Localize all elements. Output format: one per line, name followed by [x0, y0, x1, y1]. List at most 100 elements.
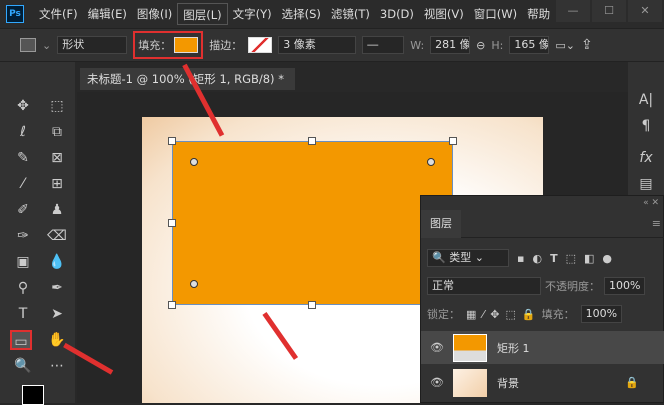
- collapse-icon[interactable]: « ✕: [643, 198, 659, 208]
- menu-bar: Ps 文件(F) 编辑(E) 图像(I) 图层(L) 文字(Y) 选择(S) 滤…: [0, 0, 664, 28]
- panel-menu-icon[interactable]: ≡: [652, 217, 661, 230]
- gradient-tool-icon[interactable]: ▣: [12, 252, 34, 272]
- menu-window[interactable]: 窗口(W): [469, 3, 522, 25]
- menu-type[interactable]: 文字(Y): [228, 3, 277, 25]
- layer-row-rectangle[interactable]: 👁 矩形 1: [421, 331, 664, 364]
- filter-value: 类型: [449, 251, 472, 264]
- width-input[interactable]: 281 像素: [430, 36, 471, 54]
- options-bar: ⌄ 形状 填充： 描边： 3 像素 ― W: 281 像素 ⊖ H: 165 像…: [0, 28, 664, 62]
- stroke-style-select[interactable]: ―: [362, 36, 405, 54]
- eyedropper-icon[interactable]: ⁄: [12, 174, 34, 194]
- tools-panel: ✥ ⬚ ℓ ⧉ ✎ ⊠ ⁄ ⊞ ✐ ♟ ✑ ⌫ ▣ 💧 ⚲ ✒ T ➤ ▭ ✋ …: [0, 62, 75, 405]
- opacity-label: 不透明度：: [545, 280, 600, 293]
- move-tool-icon[interactable]: ✥: [12, 96, 34, 116]
- layer-name[interactable]: 背景: [497, 375, 519, 391]
- paragraph-panel-icon[interactable]: ¶: [635, 116, 657, 136]
- menu-view[interactable]: 视图(V): [419, 3, 469, 25]
- corner-radius-handle[interactable]: [190, 158, 198, 166]
- visibility-eye-icon[interactable]: 👁: [421, 341, 453, 354]
- link-icon[interactable]: ⊖: [476, 39, 485, 52]
- layer-name[interactable]: 矩形 1: [497, 340, 530, 356]
- menu-edit[interactable]: 编辑(E): [83, 3, 132, 25]
- orange-rectangle-shape[interactable]: [172, 141, 453, 305]
- corner-radius-handle[interactable]: [190, 280, 198, 288]
- panel-header-controls: « ✕: [421, 196, 664, 210]
- fill-swatch[interactable]: [174, 37, 199, 53]
- lock-pixels-icon[interactable]: ⁄: [482, 308, 484, 321]
- menu-3d[interactable]: 3D(D): [375, 3, 419, 25]
- filter-adjustment-icon[interactable]: ◐: [532, 252, 542, 265]
- mode-select[interactable]: 形状: [57, 36, 128, 54]
- share-icon[interactable]: ⇪: [581, 37, 593, 53]
- photoshop-logo: Ps: [6, 5, 24, 23]
- chevron-down-icon[interactable]: ⌄: [42, 39, 51, 52]
- stroke-label: 描边：: [209, 39, 243, 52]
- character-panel-icon[interactable]: A|: [635, 90, 657, 110]
- transform-handle[interactable]: [168, 301, 176, 309]
- w-label: W:: [410, 38, 425, 52]
- filter-type-icon[interactable]: T: [550, 252, 558, 265]
- lock-position-icon[interactable]: ✥: [490, 308, 499, 321]
- menu-file[interactable]: 文件(F): [34, 3, 83, 25]
- menu-select[interactable]: 选择(S): [277, 3, 326, 25]
- fill-label: 填充：: [138, 39, 172, 52]
- filter-pixel-icon[interactable]: ▪: [517, 252, 524, 265]
- menu-layer[interactable]: 图层(L): [177, 3, 228, 25]
- menu-image[interactable]: 图像(I): [132, 3, 177, 25]
- menu-help[interactable]: 帮助: [522, 3, 555, 25]
- stroke-width-select[interactable]: 3 像素: [278, 36, 357, 54]
- blur-tool-icon[interactable]: 💧: [46, 252, 68, 272]
- transform-handle[interactable]: [308, 137, 316, 145]
- rectangle-tool-icon[interactable]: ▭: [10, 330, 32, 350]
- frame-tool-icon[interactable]: ⊞: [46, 174, 68, 194]
- close-button[interactable]: ✕: [628, 0, 662, 22]
- eraser-icon[interactable]: ⌫: [46, 226, 68, 246]
- quick-select-icon[interactable]: ✎: [12, 148, 34, 168]
- minimize-button[interactable]: —: [556, 0, 590, 22]
- layer-thumbnail: [453, 333, 487, 362]
- marquee-tool-icon[interactable]: ⬚: [46, 96, 68, 116]
- filter-smart-object-icon[interactable]: ◧: [584, 252, 594, 265]
- filter-toggle[interactable]: ●: [602, 252, 612, 265]
- transform-handle[interactable]: [449, 137, 457, 145]
- height-input[interactable]: 165 像素: [509, 36, 550, 54]
- blend-mode-select[interactable]: 正常: [427, 277, 541, 295]
- layer-row-background[interactable]: 👁 背景 🔒: [421, 366, 664, 399]
- menu-filter[interactable]: 滤镜(T): [326, 3, 375, 25]
- crop-tool-icon[interactable]: ⊠: [46, 148, 68, 168]
- tab-layers[interactable]: 图层: [421, 209, 461, 238]
- corner-radius-handle[interactable]: [427, 158, 435, 166]
- more-tools-icon[interactable]: ⋯: [46, 356, 68, 376]
- lock-transparent-icon[interactable]: ▦: [466, 308, 476, 321]
- filter-shape-icon[interactable]: ⬚: [566, 252, 576, 265]
- stamp-tool-icon[interactable]: ♟: [46, 200, 68, 220]
- lasso-tool-icon[interactable]: ℓ: [12, 122, 34, 142]
- maximize-button[interactable]: ☐: [592, 0, 626, 22]
- path-select-icon[interactable]: ➤: [46, 304, 68, 324]
- foreground-color-swatch[interactable]: [22, 385, 44, 405]
- layer-filter-select[interactable]: 🔍 类型 ⌄: [427, 249, 509, 267]
- stroke-swatch[interactable]: [248, 37, 273, 53]
- type-tool-icon[interactable]: T: [12, 304, 34, 324]
- object-select-icon[interactable]: ⧉: [46, 122, 68, 142]
- path-operations-icon[interactable]: ▭⌄: [555, 39, 575, 52]
- brush-tool-icon[interactable]: ✐: [12, 200, 34, 220]
- pen-tool-icon[interactable]: ✒: [46, 278, 68, 298]
- shape-tool-preset-icon[interactable]: [20, 38, 36, 52]
- lock-artboard-icon[interactable]: ⬚: [505, 308, 515, 321]
- transform-handle[interactable]: [308, 301, 316, 309]
- lock-label: 锁定：: [427, 308, 460, 321]
- transform-handle[interactable]: [168, 219, 176, 227]
- opacity-input[interactable]: 100%: [604, 277, 646, 295]
- lock-icon: 🔒: [625, 376, 639, 389]
- layer-thumbnail: [453, 368, 487, 397]
- visibility-eye-icon[interactable]: 👁: [421, 376, 453, 389]
- dodge-tool-icon[interactable]: ⚲: [12, 278, 34, 298]
- history-brush-icon[interactable]: ✑: [12, 226, 34, 246]
- zoom-tool-icon[interactable]: 🔍: [12, 356, 34, 376]
- lock-all-icon[interactable]: 🔒: [522, 308, 536, 321]
- properties-icon[interactable]: ▤: [635, 174, 657, 194]
- transform-handle[interactable]: [168, 137, 176, 145]
- fx-icon[interactable]: fx: [635, 148, 657, 168]
- fill-input[interactable]: 100%: [580, 305, 623, 323]
